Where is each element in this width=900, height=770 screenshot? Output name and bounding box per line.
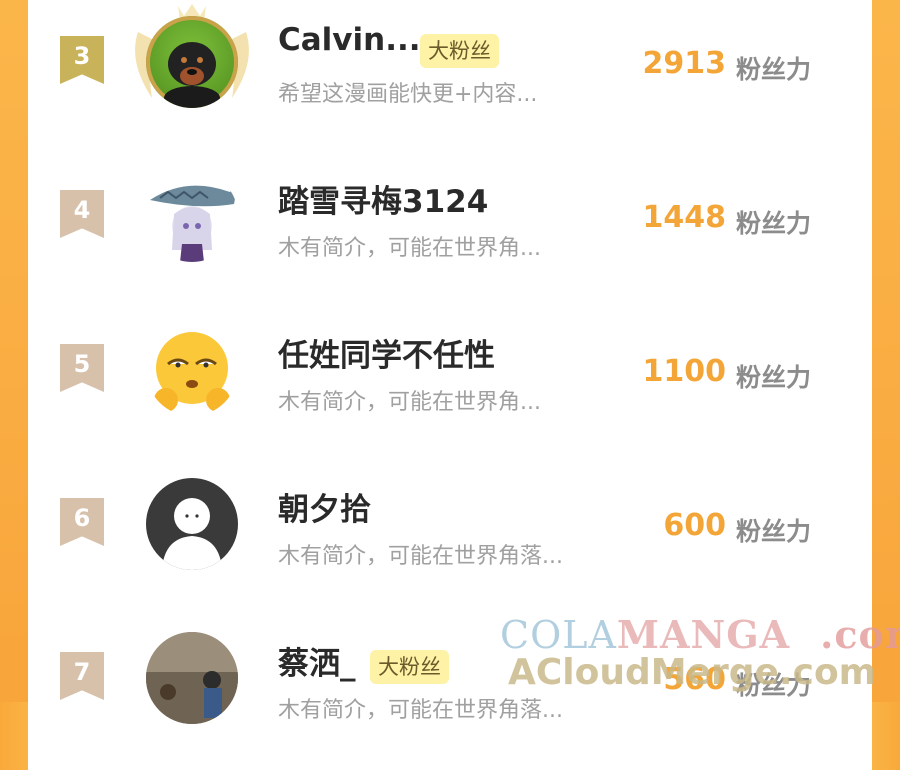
avatar-wrapper[interactable] [146,324,238,416]
dog-avatar-icon [164,42,220,108]
fan-power-score: 600 [663,508,726,543]
user-description: 木有简介，可能在世界角... [278,236,541,261]
ranking-row[interactable]: 3 Calvin... 大粉丝 希望这漫画能快更+内容... 2913 粉丝力 [28,0,872,154]
fan-power-unit: 粉丝力 [736,209,812,238]
tired-emoji-avatar-icon [154,332,230,412]
user-description: 希望这漫画能快更+内容... [278,82,538,107]
avatar [146,170,238,262]
avatar-wrapper[interactable] [146,170,238,262]
avatar-wrapper[interactable] [146,478,238,570]
ranking-row[interactable]: 6 朝夕拾 木有简介，可能在世界角落... 600 粉丝力 [28,462,872,616]
fan-power-score: 2913 [642,46,727,81]
big-fan-badge: 大粉丝 [370,650,449,684]
rank-ribbon: 5 [60,344,104,392]
ranking-row[interactable]: 4 踏雪寻梅3124 木有简介，可能在世界角... 1448 粉丝力 [28,154,872,308]
avatar [146,632,238,724]
user-name[interactable]: Calvin... [278,22,421,58]
left-orange-border [0,0,28,702]
ranking-row[interactable]: 5 任姓同学不任性 木有简介，可能在世界角... 1100 粉丝力 [28,308,872,462]
rank-ribbon: 6 [60,498,104,546]
anime-girl-fish-hat-icon [150,184,238,262]
user-name[interactable]: 任姓同学不任性 [278,330,495,375]
watermark-colamanga: COLAMANGA.com [500,612,900,657]
fan-power-unit: 粉丝力 [736,517,812,546]
user-description: 木有简介，可能在世界角落... [278,698,563,723]
watermark-acloudmerge: ACloudMerge.com [508,652,877,693]
right-orange-border [872,0,900,702]
default-user-avatar-icon [162,498,222,570]
user-description: 木有简介，可能在世界角落... [278,544,563,569]
avatar [146,478,238,570]
user-description: 木有简介，可能在世界角... [278,390,541,415]
fan-power-unit: 粉丝力 [736,55,812,84]
avatar [146,324,238,416]
avatar [146,16,238,108]
user-name[interactable]: 朝夕拾 [278,484,371,529]
photo-avatar-icon [146,632,238,724]
user-name[interactable]: 踏雪寻梅3124 [278,176,488,221]
avatar-wrapper[interactable] [146,632,238,724]
fan-power-score: 1100 [642,354,727,389]
rank-ribbon: 7 [60,652,104,700]
fan-power-score: 1448 [642,200,727,235]
rank-ribbon: 4 [60,190,104,238]
big-fan-badge: 大粉丝 [420,34,499,68]
avatar-with-crown[interactable] [135,4,249,108]
fan-power-unit: 粉丝力 [736,363,812,392]
user-name[interactable]: 蔡洒_ [278,638,356,683]
rank-ribbon: 3 [60,36,104,84]
fan-ranking-list: 3 Calvin... 大粉丝 希望这漫画能快更+内容... 2913 粉丝力 … [28,0,900,724]
